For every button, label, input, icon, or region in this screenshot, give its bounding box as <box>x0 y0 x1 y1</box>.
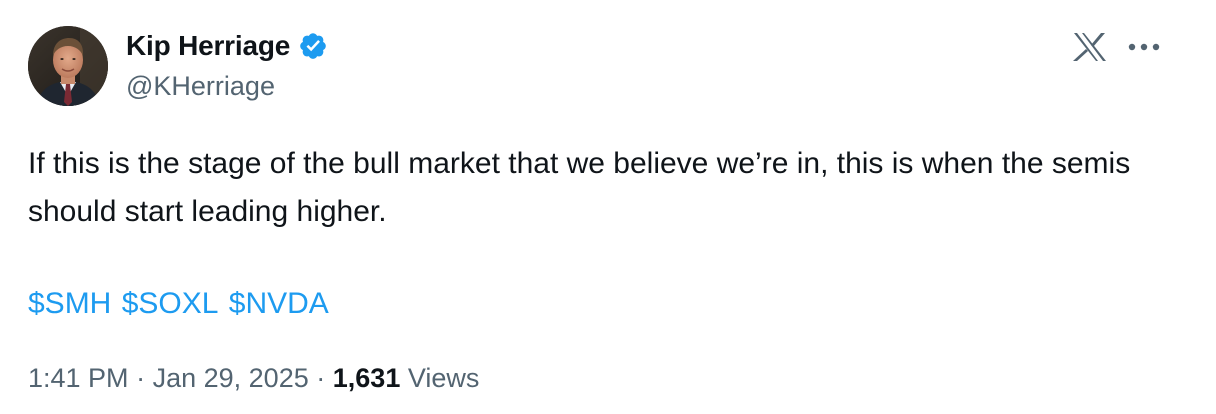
tweet-card: Kip Herriage @KHerriage If this is the s… <box>0 0 1216 414</box>
cashtag-soxl[interactable]: $SOXL <box>122 287 219 320</box>
handle[interactable]: @KHerriage <box>126 66 328 106</box>
display-name[interactable]: Kip Herriage <box>126 30 290 62</box>
verified-badge-icon[interactable] <box>298 31 328 61</box>
tweet-date[interactable]: Jan 29, 2025 <box>153 363 309 393</box>
tweet-meta: 1:41 PM · Jan 29, 2025 · 1,631 Views <box>28 356 479 400</box>
cashtag-smh[interactable]: $SMH <box>28 287 111 320</box>
avatar[interactable] <box>28 26 108 106</box>
tweet-text: If this is the stage of the bull market … <box>28 147 1131 228</box>
cashtags: $SMH $SOXL $NVDA <box>28 280 331 328</box>
views-label: Views <box>407 363 480 393</box>
cashtag-nvda[interactable]: $NVDA <box>229 287 329 320</box>
tweet-time[interactable]: 1:41 PM <box>28 363 129 393</box>
more-options-icon <box>1128 43 1160 51</box>
x-logo-icon[interactable] <box>1072 30 1108 64</box>
meta-separator: · <box>136 363 146 393</box>
meta-separator: · <box>316 363 326 393</box>
profile-photo-icon <box>28 26 108 106</box>
views-count: 1,631 <box>332 363 401 393</box>
display-name-row: Kip Herriage <box>126 26 328 66</box>
author-block: Kip Herriage @KHerriage <box>126 26 328 106</box>
more-options-button[interactable] <box>1124 30 1164 64</box>
